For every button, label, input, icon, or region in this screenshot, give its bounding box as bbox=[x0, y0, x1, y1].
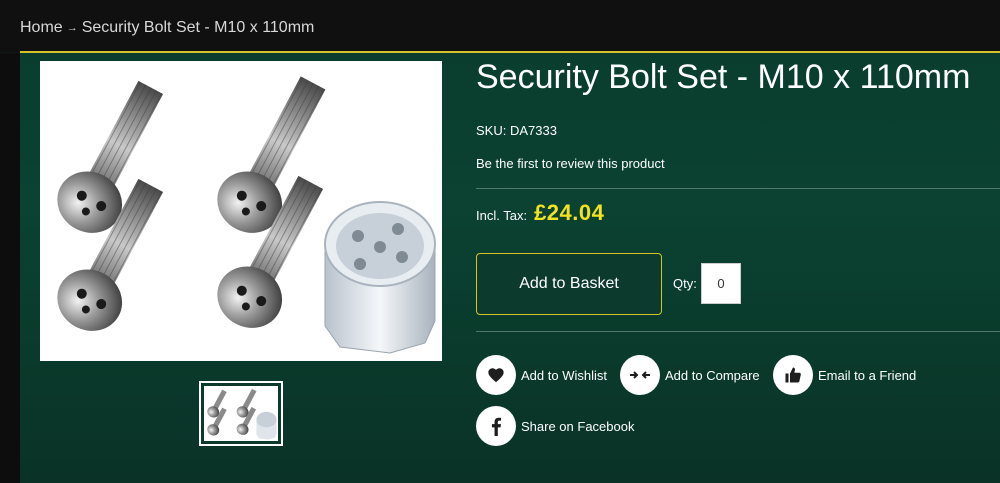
price-value: £24.04 bbox=[534, 200, 605, 225]
share-on-facebook-link[interactable]: Share on Facebook bbox=[476, 406, 634, 446]
product-thumbnail[interactable] bbox=[199, 381, 283, 446]
qty-input[interactable] bbox=[701, 263, 741, 304]
breadcrumb-home-link[interactable]: Home bbox=[20, 19, 63, 36]
add-to-basket-button[interactable]: Add to Basket bbox=[476, 253, 662, 315]
facebook-icon bbox=[476, 406, 516, 446]
compare-label: Add to Compare bbox=[665, 367, 760, 383]
compare-arrows-icon bbox=[620, 355, 660, 395]
facebook-label: Share on Facebook bbox=[521, 418, 635, 434]
wishlist-label: Add to Wishlist bbox=[521, 367, 607, 383]
thumbs-up-icon bbox=[773, 355, 813, 395]
price-row: Incl. Tax: £24.04 bbox=[476, 200, 604, 226]
email-to-friend-link[interactable]: Email to a Friend bbox=[773, 355, 916, 395]
divider bbox=[476, 188, 1000, 189]
breadcrumb-separator: → bbox=[66, 22, 78, 34]
email-label: Email to a Friend bbox=[818, 367, 917, 383]
breadcrumb: Home → Security Bolt Set - M10 x 110mm bbox=[20, 19, 314, 37]
divider bbox=[476, 331, 1000, 332]
add-to-wishlist-link[interactable]: Add to Wishlist bbox=[476, 355, 607, 395]
review-link[interactable]: Be the first to review this product bbox=[476, 156, 665, 171]
qty-label: Qty: bbox=[673, 276, 697, 291]
breadcrumb-current: Security Bolt Set - M10 x 110mm bbox=[81, 19, 315, 36]
product-sku: SKU: DA7333 bbox=[476, 123, 557, 138]
price-label: Incl. Tax: bbox=[476, 208, 528, 223]
top-bar: Home → Security Bolt Set - M10 x 110mm bbox=[0, 0, 1000, 52]
product-main-image[interactable] bbox=[40, 61, 442, 361]
left-gutter bbox=[0, 53, 20, 483]
add-to-compare-link[interactable]: Add to Compare bbox=[620, 355, 760, 395]
heart-icon bbox=[476, 355, 516, 395]
product-title: Security Bolt Set - M10 x 110mm bbox=[476, 58, 971, 96]
